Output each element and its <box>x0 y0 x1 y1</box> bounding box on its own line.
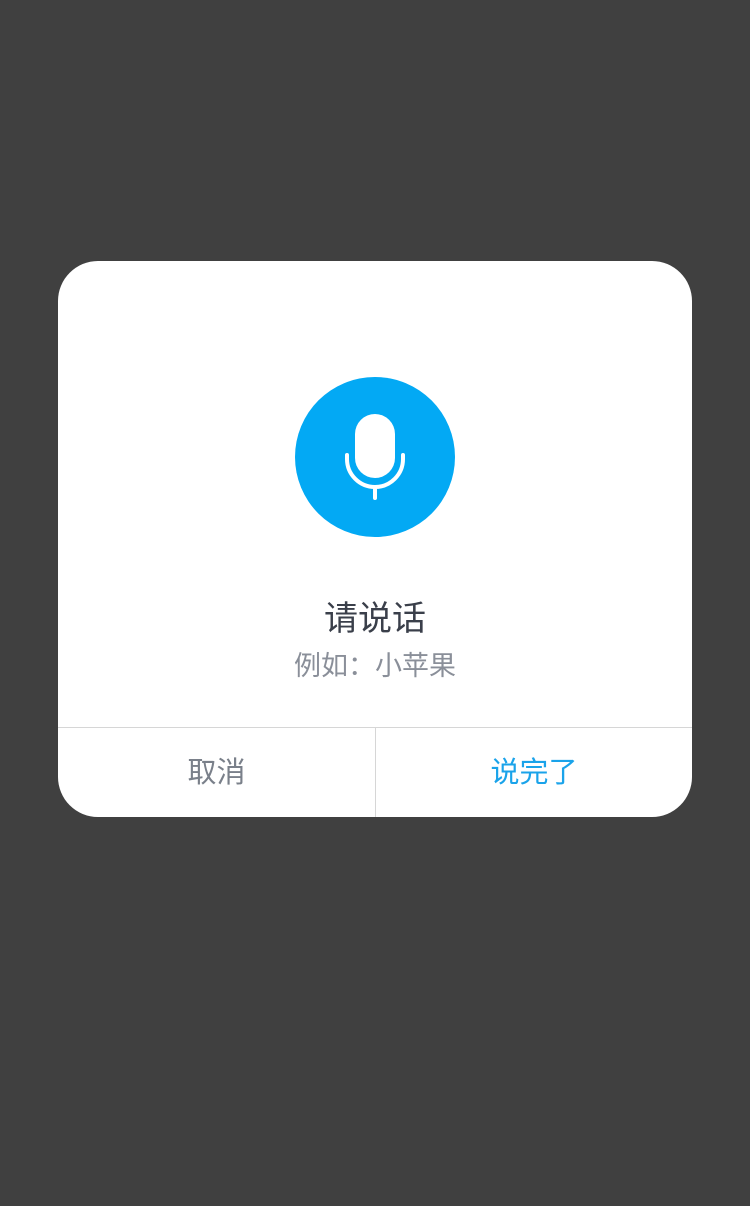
microphone-icon <box>345 414 405 500</box>
cancel-button[interactable]: 取消 <box>58 728 375 817</box>
dialog-title: 请说话 <box>324 599 426 639</box>
dialog-hint: 例如：小苹果 <box>294 651 456 682</box>
done-speaking-button[interactable]: 说完了 <box>376 728 692 817</box>
microphone-button[interactable] <box>295 377 455 537</box>
voice-input-dialog: 请说话 例如：小苹果 取消 说完了 <box>58 261 692 817</box>
